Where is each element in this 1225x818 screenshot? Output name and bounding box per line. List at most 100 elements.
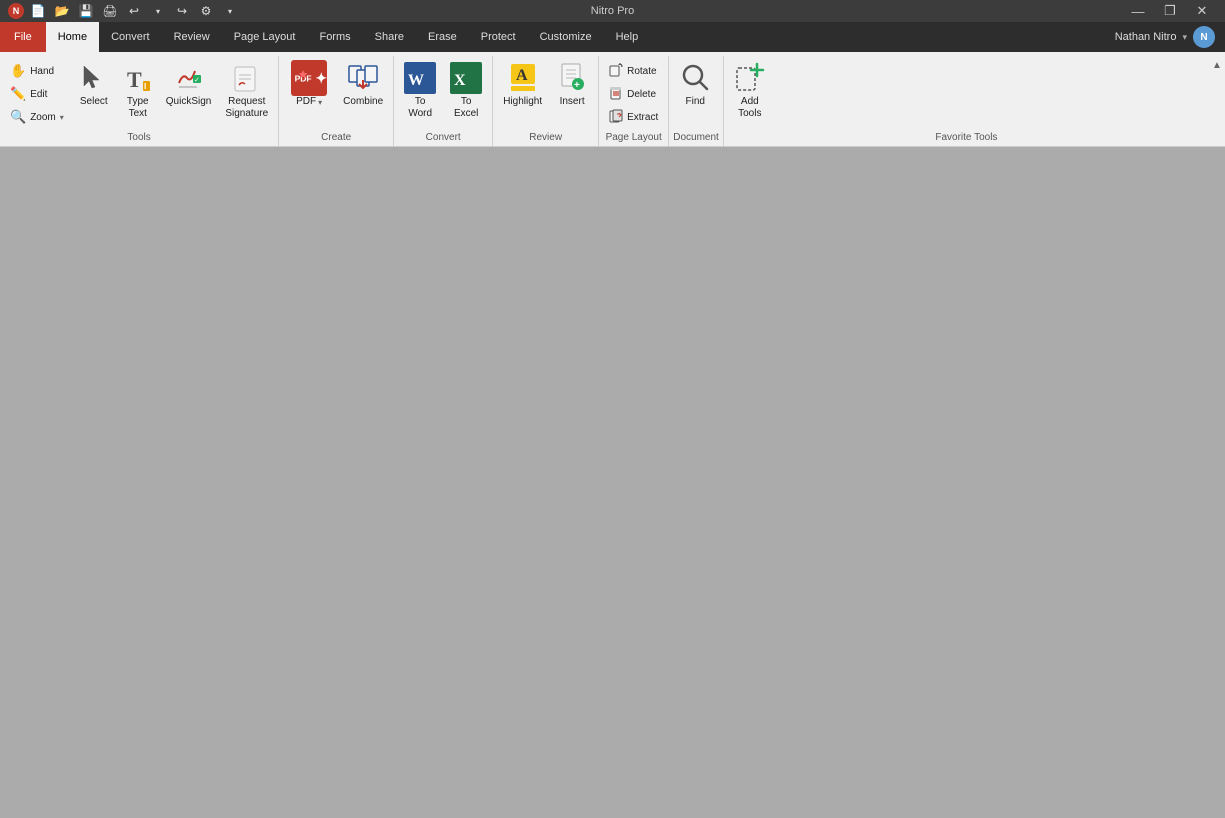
- zoom-button[interactable]: 🔍 Zoom ▾: [4, 106, 70, 128]
- open-file-icon[interactable]: 📂: [52, 1, 72, 21]
- find-label: Find: [686, 96, 705, 108]
- type-text-icon: T I: [125, 62, 151, 94]
- svg-text:X: X: [454, 72, 466, 89]
- main-content-area: [0, 147, 1225, 813]
- print-icon[interactable]: 🖨: [100, 1, 120, 21]
- quicksign-button[interactable]: ✓ QuickSign: [160, 58, 218, 112]
- rotate-label: Rotate: [627, 66, 656, 77]
- window-controls: — ❐ ✕: [1123, 0, 1217, 22]
- highlight-button[interactable]: A Highlight: [497, 58, 548, 112]
- ribbon-group-document: Find Document: [669, 56, 724, 146]
- favorite-tools-group-label: Favorite Tools: [728, 130, 1205, 146]
- pdf-btn-inner[interactable]: PDF PDF ▾: [283, 58, 335, 112]
- undo-icon[interactable]: ↩: [124, 1, 144, 21]
- ribbon-group-tools: ✋ Hand ✏️ Edit 🔍 Zoom ▾: [0, 56, 279, 146]
- zoom-dropdown-icon[interactable]: ▾: [60, 113, 64, 122]
- find-button[interactable]: Find: [673, 58, 717, 112]
- to-word-button[interactable]: W ToWord: [398, 58, 442, 124]
- ribbon-group-review: A Highlight +: [493, 56, 599, 146]
- user-area: Nathan Nitro ▾ N: [1105, 22, 1225, 52]
- convert-items: W ToWord X ToExcel: [398, 58, 488, 130]
- highlight-label: Highlight: [503, 96, 542, 108]
- to-excel-label: ToExcel: [454, 96, 478, 120]
- nitro-logo-icon: N: [8, 3, 24, 19]
- to-excel-button[interactable]: X ToExcel: [444, 58, 488, 124]
- combine-label: Combine: [343, 96, 383, 108]
- menu-customize[interactable]: Customize: [528, 22, 604, 52]
- ribbon-collapse-button[interactable]: ▲: [1209, 56, 1225, 146]
- request-signature-button[interactable]: RequestSignature: [219, 58, 274, 124]
- app-title: Nitro Pro: [591, 5, 634, 17]
- add-tools-button[interactable]: AddTools: [728, 58, 772, 124]
- pdf-button[interactable]: PDF PDF ▾: [283, 58, 335, 112]
- zoom-label: Zoom: [30, 112, 56, 123]
- add-tools-label: AddTools: [738, 96, 761, 120]
- to-word-label: ToWord: [408, 96, 432, 120]
- review-items: A Highlight +: [497, 58, 594, 130]
- type-text-button[interactable]: T I TypeText: [118, 58, 158, 124]
- save-icon[interactable]: 💾: [76, 1, 96, 21]
- hand-label: Hand: [30, 66, 54, 77]
- menu-page-layout[interactable]: Page Layout: [222, 22, 308, 52]
- delete-label: Delete: [627, 89, 656, 100]
- customize-qa-icon[interactable]: ⚙: [196, 1, 216, 21]
- edit-icon: ✏️: [10, 86, 26, 102]
- svg-text:+: +: [574, 80, 580, 91]
- restore-button[interactable]: ❐: [1155, 0, 1185, 22]
- customize-dropdown-icon[interactable]: ▾: [220, 1, 240, 21]
- menu-share[interactable]: Share: [363, 22, 416, 52]
- combine-button[interactable]: Combine: [337, 58, 389, 112]
- menu-file[interactable]: File: [0, 22, 46, 52]
- new-file-icon[interactable]: 📄: [28, 1, 48, 21]
- page-layout-items: Rotate Delete: [603, 58, 664, 130]
- title-bar-left: N 📄 📂 💾 🖨 ↩ ▾ ↪ ⚙ ▾: [8, 1, 240, 21]
- type-text-label: TypeText: [127, 96, 149, 120]
- hand-button[interactable]: ✋ Hand: [4, 60, 70, 82]
- svg-text:✓: ✓: [194, 77, 200, 84]
- edit-label: Edit: [30, 89, 47, 100]
- svg-text:I: I: [144, 82, 146, 91]
- review-group-label: Review: [497, 130, 594, 146]
- close-button[interactable]: ✕: [1187, 0, 1217, 22]
- pdf-label: PDF: [296, 96, 316, 108]
- user-avatar: N: [1193, 26, 1215, 48]
- minimize-button[interactable]: —: [1123, 0, 1153, 22]
- delete-button[interactable]: Delete: [603, 83, 664, 105]
- user-name: Nathan Nitro: [1115, 31, 1177, 43]
- select-button[interactable]: Select: [72, 58, 116, 112]
- menu-convert[interactable]: Convert: [99, 22, 162, 52]
- word-icon-shape: W: [404, 62, 436, 94]
- excel-icon-shape: X: [450, 62, 482, 94]
- add-tools-icon: [735, 62, 765, 94]
- menu-protect[interactable]: Protect: [469, 22, 528, 52]
- page-layout-stack: Rotate Delete: [603, 58, 664, 128]
- user-dropdown-arrow[interactable]: ▾: [1182, 32, 1187, 43]
- extract-icon: [609, 109, 623, 126]
- insert-button[interactable]: + Insert: [550, 58, 594, 112]
- document-group-label: Document: [673, 130, 719, 146]
- rotate-button[interactable]: Rotate: [603, 60, 664, 82]
- ribbon: ✋ Hand ✏️ Edit 🔍 Zoom ▾: [0, 52, 1225, 147]
- menu-erase[interactable]: Erase: [416, 22, 469, 52]
- menu-help[interactable]: Help: [604, 22, 651, 52]
- select-label: Select: [80, 96, 108, 108]
- ribbon-group-create: PDF PDF ▾: [279, 56, 394, 146]
- svg-text:W: W: [408, 72, 424, 89]
- menu-review[interactable]: Review: [162, 22, 222, 52]
- undo-dropdown-icon[interactable]: ▾: [148, 1, 168, 21]
- rotate-icon: [609, 63, 623, 80]
- redo-icon[interactable]: ↪: [172, 1, 192, 21]
- insert-icon: +: [558, 62, 586, 94]
- tools-items: ✋ Hand ✏️ Edit 🔍 Zoom ▾: [4, 58, 274, 130]
- zoom-icon: 🔍: [10, 109, 26, 125]
- edit-button[interactable]: ✏️ Edit: [4, 83, 70, 105]
- menu-bar: File Home Convert Review Page Layout For…: [0, 22, 1225, 52]
- extract-button[interactable]: Extract: [603, 106, 664, 128]
- quicksign-icon: ✓: [175, 62, 203, 94]
- ribbon-group-convert: W ToWord X ToExcel: [394, 56, 493, 146]
- create-group-label: Create: [283, 130, 389, 146]
- quicksign-label: QuickSign: [166, 96, 212, 108]
- menu-home[interactable]: Home: [46, 22, 99, 52]
- ribbon-group-favorite-tools: AddTools Favorite Tools: [724, 56, 1209, 146]
- menu-forms[interactable]: Forms: [307, 22, 362, 52]
